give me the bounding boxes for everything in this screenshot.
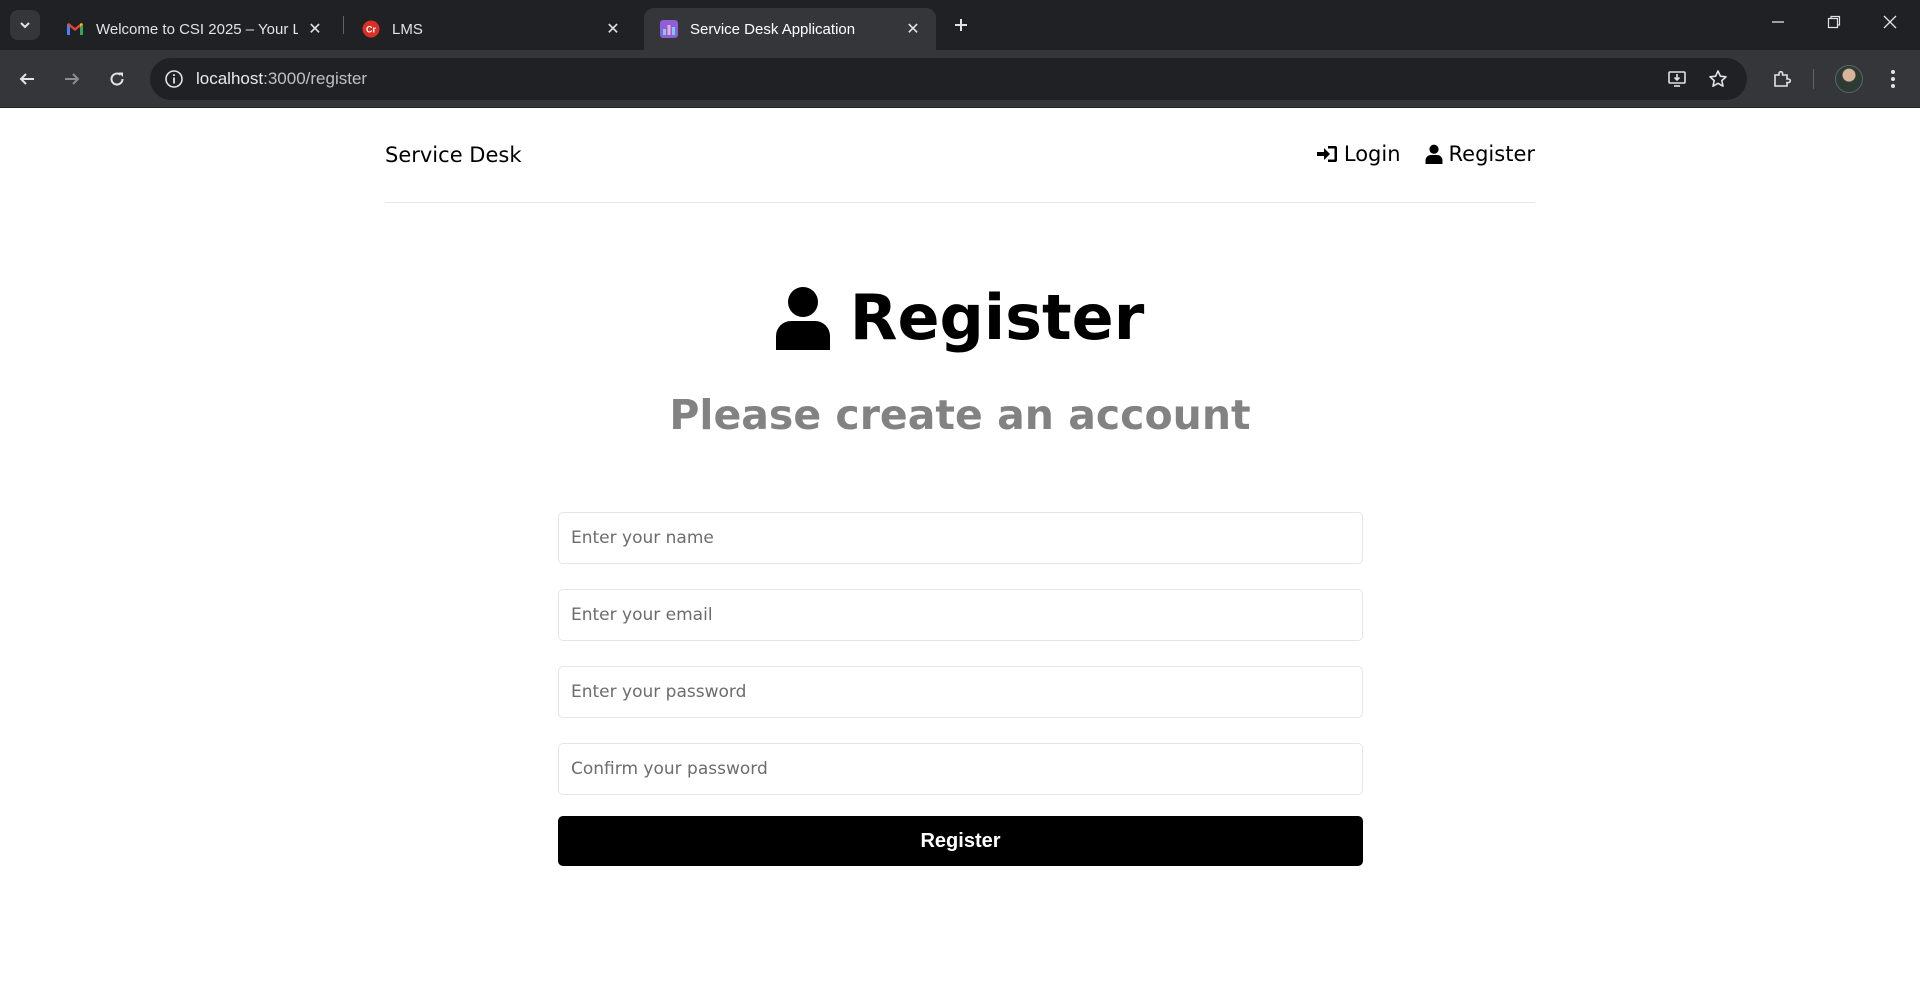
- name-input[interactable]: [558, 512, 1363, 564]
- nav-register-link[interactable]: Register: [1425, 142, 1535, 166]
- confirm-password-input[interactable]: [558, 743, 1363, 795]
- url-host: localhost: [196, 69, 264, 88]
- user-icon: [775, 286, 830, 350]
- tab-gmail[interactable]: Welcome to CSI 2025 – Your LM ✕: [50, 8, 338, 50]
- puzzle-icon: [1774, 70, 1792, 87]
- tab-title: LMS: [392, 20, 423, 38]
- arrow-left-icon: [19, 73, 34, 85]
- chevron-down-icon: [20, 22, 30, 29]
- window-close-button[interactable]: [1862, 0, 1918, 44]
- address-bar[interactable]: localhost:3000/register: [150, 58, 1747, 100]
- close-icon[interactable]: ✕: [306, 19, 324, 39]
- tab-title: Welcome to CSI 2025 – Your LM: [96, 20, 298, 38]
- register-form: Register: [558, 512, 1363, 866]
- tab-search-button[interactable]: [10, 10, 40, 40]
- site-info-icon[interactable]: [162, 67, 186, 91]
- profile-avatar[interactable]: [1835, 65, 1863, 93]
- gmail-icon: [67, 23, 83, 35]
- close-icon: [1883, 15, 1897, 29]
- extensions-button[interactable]: [1765, 62, 1799, 96]
- url-text: localhost:3000/register: [196, 69, 367, 89]
- page-title: Register: [0, 281, 1920, 354]
- lms-icon: Cr: [362, 20, 380, 38]
- tab-service-desk[interactable]: Service Desk Application ✕: [644, 8, 936, 50]
- brand-link[interactable]: Service Desk: [385, 143, 521, 167]
- app-header: Service Desk Login Register: [385, 109, 1535, 203]
- tab-title: Service Desk Application: [690, 20, 856, 38]
- tab-divider: [343, 16, 344, 34]
- page-content: Service Desk Login Register Register Ple…: [0, 109, 1920, 1007]
- restore-icon: [1827, 15, 1841, 29]
- browser-toolbar: localhost:3000/register: [0, 50, 1920, 108]
- forward-button[interactable]: [55, 62, 89, 96]
- back-button[interactable]: [10, 62, 44, 96]
- kebab-menu-icon: [1891, 70, 1895, 88]
- user-icon: [1425, 144, 1443, 164]
- install-app-icon[interactable]: [1665, 67, 1689, 91]
- tab-lms[interactable]: Cr LMS ✕: [346, 8, 636, 50]
- toolbar-divider: [1813, 69, 1814, 89]
- email-input[interactable]: [558, 589, 1363, 641]
- arrow-right-icon: [65, 73, 80, 85]
- sign-in-icon: [1316, 146, 1337, 162]
- new-tab-button[interactable]: [947, 11, 975, 39]
- register-submit-button[interactable]: Register: [558, 816, 1363, 866]
- plus-icon: [955, 19, 967, 31]
- close-icon[interactable]: ✕: [904, 19, 922, 39]
- nav-register-label: Register: [1448, 142, 1535, 166]
- page-title-text: Register: [849, 281, 1145, 354]
- browser-tab-strip: Welcome to CSI 2025 – Your LM ✕ Cr LMS ✕…: [0, 0, 1920, 50]
- close-icon[interactable]: ✕: [604, 19, 622, 39]
- nav-login-label: Login: [1343, 142, 1401, 166]
- app-icon: [660, 20, 678, 38]
- minimize-button[interactable]: [1750, 0, 1806, 44]
- browser-menu-button[interactable]: [1876, 62, 1910, 96]
- svg-text:Cr: Cr: [366, 25, 376, 35]
- reload-button[interactable]: [100, 62, 134, 96]
- reload-icon: [110, 72, 124, 86]
- nav-login-link[interactable]: Login: [1316, 142, 1401, 166]
- header-nav: Login Register: [1292, 142, 1535, 166]
- url-path: :3000/register: [263, 69, 368, 88]
- restore-button[interactable]: [1806, 0, 1862, 44]
- page-subtitle: Please create an account: [669, 391, 1251, 439]
- minimize-icon: [1772, 21, 1784, 23]
- password-input[interactable]: [558, 666, 1363, 718]
- bookmark-star-icon[interactable]: [1706, 67, 1730, 91]
